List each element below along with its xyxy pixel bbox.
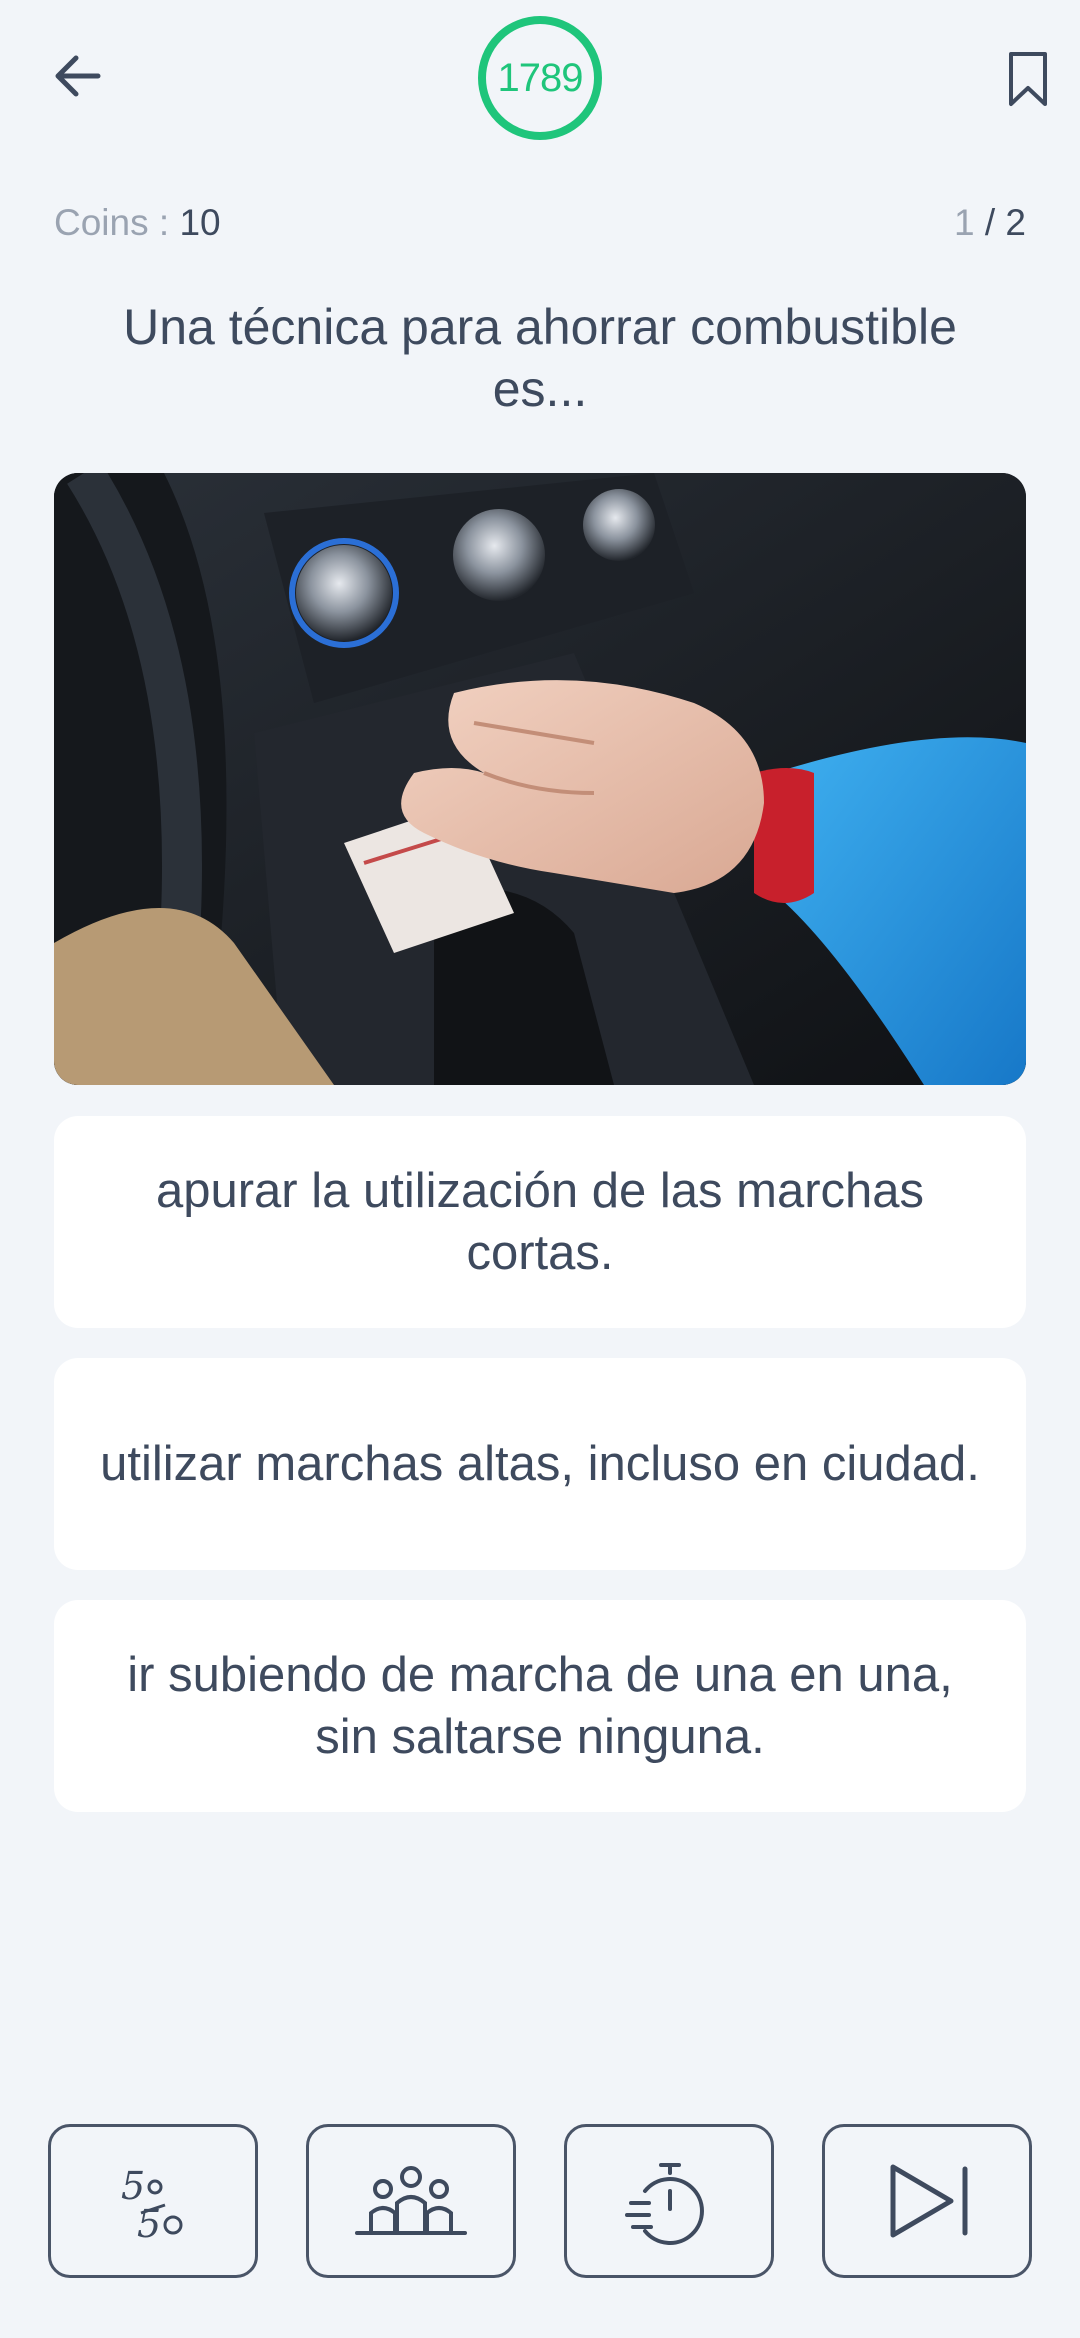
answer-option-2-text: utilizar marchas altas, incluso en ciuda… xyxy=(100,1437,980,1491)
bookmark-icon xyxy=(1009,52,1047,106)
audience-icon xyxy=(355,2166,467,2235)
arrow-left-icon xyxy=(55,55,101,97)
answer-option-1-text: apurar la utilización de las marchas cor… xyxy=(155,1164,925,1280)
progress-separator: / xyxy=(974,202,1006,243)
answer-option-3-text: ir subiendo de marcha de una en una, sin… xyxy=(127,1648,953,1764)
stats-row: Coins : 10 1 / 2 xyxy=(54,198,1026,248)
answer-option-1[interactable]: apurar la utilización de las marchas cor… xyxy=(54,1116,1026,1328)
time-freeze-button[interactable] xyxy=(564,2124,774,2278)
fifty-fifty-button[interactable]: 5 5 xyxy=(48,2124,258,2278)
answer-option-3[interactable]: ir subiendo de marcha de una en una, sin… xyxy=(54,1600,1026,1812)
fifty-fifty-icon: 5 5 xyxy=(121,2164,183,2246)
progress-current: 1 xyxy=(954,202,975,243)
coins-display: Coins : 10 xyxy=(54,202,221,244)
timer-badge: 1789 xyxy=(478,16,602,140)
coins-label: Coins : xyxy=(54,202,180,243)
question-progress: 1 / 2 xyxy=(954,202,1026,244)
audience-button[interactable] xyxy=(306,2124,516,2278)
coins-value: 10 xyxy=(179,202,221,243)
back-button[interactable] xyxy=(48,44,112,108)
skip-icon xyxy=(890,2164,968,2238)
answer-option-2[interactable]: utilizar marchas altas, incluso en ciuda… xyxy=(54,1358,1026,1570)
time-freeze-icon xyxy=(625,2163,704,2245)
timer-value: 1789 xyxy=(497,55,584,100)
lifeline-bar: 5 5 xyxy=(48,2124,1032,2278)
question-image xyxy=(54,473,1026,1085)
question-text: Una técnica para ahorrar combustible es.… xyxy=(123,299,957,417)
quiz-screen: 1789 Coins : 10 1 / 2 Una técnica para a… xyxy=(0,0,1080,2338)
bookmark-button[interactable] xyxy=(1006,50,1050,108)
progress-total: 2 xyxy=(1005,202,1026,243)
skip-button[interactable] xyxy=(822,2124,1032,2278)
